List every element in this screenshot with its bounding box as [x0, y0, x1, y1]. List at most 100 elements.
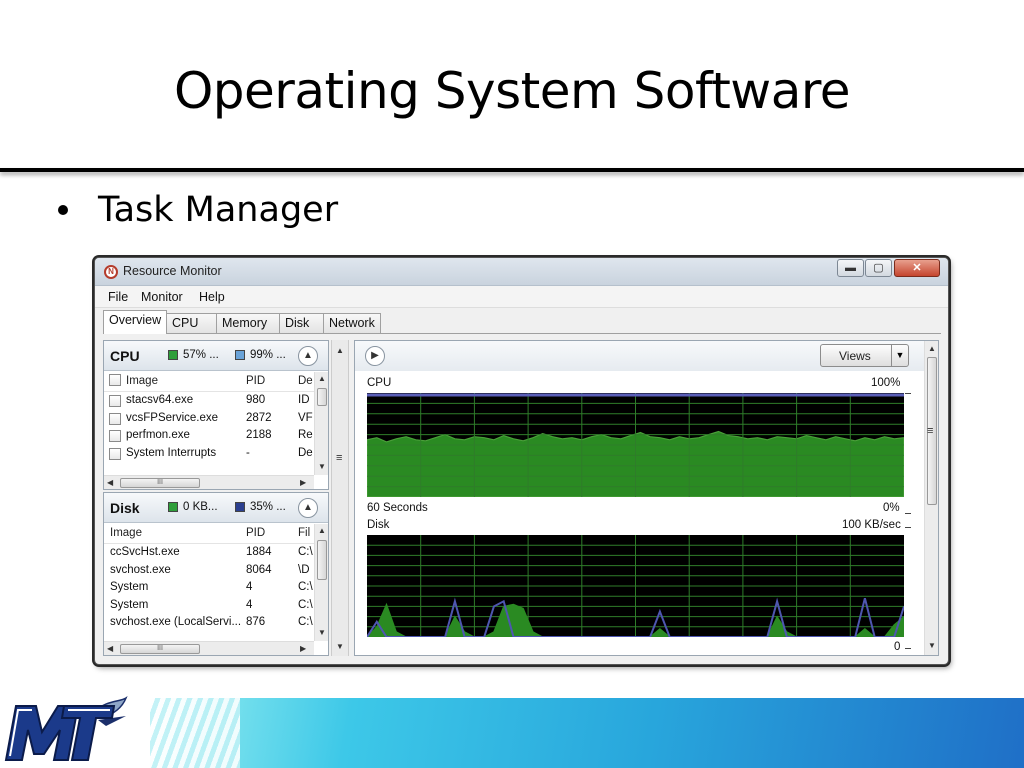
cpu-process-row[interactable]: stacsv64.exe 980 ID: [104, 393, 314, 410]
disk-section-title: Disk: [110, 500, 140, 516]
disk-process-row[interactable]: System 4 C:\: [104, 580, 314, 597]
splitter-grip-icon[interactable]: ≡: [336, 452, 342, 464]
disk-column-header: Image PID Fil: [104, 524, 328, 544]
disk-section: Disk 0 KB... 35% ... ▲ Image PID Fil ccS…: [103, 492, 329, 656]
tab-disk[interactable]: Disk: [279, 313, 324, 334]
cpu-col-desc[interactable]: De: [298, 375, 313, 387]
cpu-usage-text: 57% ...: [183, 349, 219, 361]
maximize-button[interactable]: ▢: [865, 259, 892, 277]
scroll-right-icon[interactable]: ▶: [300, 644, 306, 653]
bullet-dot-icon: [58, 205, 68, 215]
cpu-process-row[interactable]: perfmon.exe 2188 Re: [104, 428, 314, 445]
cpu-vertical-scroll-thumb[interactable]: [317, 388, 327, 406]
tab-cpu[interactable]: CPU: [166, 313, 217, 334]
cpu-process-checkbox[interactable]: [109, 447, 121, 460]
slide-title: Operating System Software: [173, 62, 851, 120]
disk-col-image[interactable]: Image: [110, 527, 142, 539]
disk-process-row[interactable]: System 4 C:\: [104, 598, 314, 615]
cpu-select-all-checkbox[interactable]: [109, 374, 121, 386]
disk-horizontal-scroll-thumb[interactable]: III: [120, 644, 200, 654]
views-dropdown-arrow-icon[interactable]: ▼: [891, 345, 908, 366]
cpu-process-checkbox[interactable]: [109, 430, 121, 442]
disk-col-file[interactable]: Fil: [298, 527, 310, 539]
menu-help[interactable]: Help: [199, 290, 225, 304]
cpu-frequency-swatch-icon: [235, 350, 245, 360]
resource-monitor-window: N Resource Monitor ▬ ▢ ✕ File Monitor He…: [94, 257, 949, 665]
scroll-down-icon[interactable]: ▼: [928, 641, 936, 650]
scroll-down-icon[interactable]: ▼: [318, 628, 326, 637]
cpu-cell-image: stacsv64.exe: [126, 394, 194, 406]
disk-vertical-scrollbar[interactable]: ▲ ▼: [314, 524, 328, 641]
disk-section-header[interactable]: Disk 0 KB... 35% ... ▲: [104, 493, 328, 523]
scroll-right-icon[interactable]: ▶: [300, 478, 306, 487]
cpu-collapse-chevron-up-icon[interactable]: ▲: [298, 346, 318, 366]
disk-cell-pid: 4: [246, 581, 253, 593]
cpu-horizontal-scrollbar[interactable]: ◀ III ▶: [104, 475, 314, 489]
menu-file[interactable]: File: [108, 290, 128, 304]
cpu-graph-title: CPU: [367, 377, 392, 389]
disk-col-pid[interactable]: PID: [246, 527, 265, 539]
scroll-up-icon[interactable]: ▲: [318, 374, 326, 383]
cpu-graph-tick: [905, 393, 911, 394]
scroll-down-icon[interactable]: ▼: [336, 642, 344, 651]
graph-scroll-grip-icon[interactable]: ≡: [927, 425, 933, 437]
minimize-button[interactable]: ▬: [837, 259, 864, 277]
scroll-down-icon[interactable]: ▼: [318, 462, 326, 471]
cpu-col-pid[interactable]: PID: [246, 375, 265, 387]
expand-chevron-right-icon[interactable]: ▶: [365, 346, 385, 366]
tab-memory[interactable]: Memory: [216, 313, 280, 334]
disk-vertical-scroll-thumb[interactable]: [317, 540, 327, 580]
cpu-graph-max: 100%: [871, 377, 901, 389]
disk-cell-image: System: [110, 598, 149, 611]
graph-pane-vertical-scrollbar[interactable]: ▲ ≡ ▼: [924, 341, 938, 655]
disk-active-swatch-icon: [235, 502, 245, 512]
cpu-section-title: CPU: [110, 348, 140, 364]
cpu-section-header[interactable]: CPU 57% ... 99% ... ▲: [104, 341, 328, 371]
disk-graph-min: 0: [894, 641, 901, 653]
cpu-cell-pid: 2872: [246, 411, 272, 424]
cpu-cell-image: System Interrupts: [126, 446, 217, 459]
cpu-vertical-scrollbar[interactable]: ▲ ▼: [314, 372, 328, 475]
cpu-graph-time: 60 Seconds: [367, 502, 428, 514]
cpu-cell-image: perfmon.exe: [126, 429, 190, 441]
scroll-left-icon[interactable]: ◀: [107, 644, 113, 653]
left-pane: CPU 57% ... 99% ... ▲ Image PID De stacs…: [103, 340, 329, 656]
disk-active-text: 35% ...: [250, 501, 286, 513]
close-button[interactable]: ✕: [894, 259, 940, 277]
footer-stripes: [150, 698, 240, 768]
disk-graph-title: Disk: [367, 519, 390, 531]
graph-pane: ▶ Views ▼ CPU 100% 60 Seconds 0% Disk 10…: [354, 340, 939, 656]
disk-horizontal-scrollbar[interactable]: ◀ III ▶: [104, 641, 314, 655]
cpu-cell-pid: 2188: [246, 429, 272, 441]
tab-network[interactable]: Network: [323, 313, 381, 334]
cpu-process-checkbox[interactable]: [109, 412, 121, 425]
window-titlebar[interactable]: N Resource Monitor ▬ ▢ ✕: [95, 258, 948, 286]
cpu-graph-svg: [366, 393, 905, 498]
views-dropdown[interactable]: Views ▼: [820, 344, 909, 367]
disk-process-row[interactable]: svchost.exe 8064 \D: [104, 563, 314, 580]
tab-strip-border: [103, 333, 941, 334]
scroll-left-icon[interactable]: ◀: [107, 478, 113, 487]
views-label: Views: [839, 349, 871, 363]
tab-overview[interactable]: Overview: [103, 310, 167, 334]
cpu-process-checkbox[interactable]: [109, 395, 121, 407]
disk-collapse-chevron-up-icon[interactable]: ▲: [298, 498, 318, 518]
cpu-col-image[interactable]: Image: [126, 375, 158, 387]
disk-cell-image: System: [110, 581, 149, 593]
pane-splitter[interactable]: ▲ ≡ ▼: [331, 340, 349, 656]
disk-graph-max: 100 KB/sec: [842, 519, 901, 531]
window-title: Resource Monitor: [123, 264, 222, 278]
disk-process-row[interactable]: ccSvcHst.exe 1884 C:\: [104, 545, 314, 562]
scroll-up-icon[interactable]: ▲: [318, 526, 326, 535]
cpu-usage-stat: 57% ...: [168, 349, 219, 361]
scroll-up-icon[interactable]: ▲: [336, 346, 344, 355]
menu-monitor[interactable]: Monitor: [141, 290, 183, 304]
cpu-process-row[interactable]: vcsFPService.exe 2872 VF: [104, 411, 314, 428]
cpu-process-row[interactable]: System Interrupts - De: [104, 446, 314, 463]
cpu-graph-tick: [905, 513, 911, 514]
disk-process-row[interactable]: svchost.exe (LocalServi... 876 C:\: [104, 615, 314, 632]
cpu-horizontal-scroll-thumb[interactable]: III: [120, 478, 200, 488]
title-divider: [0, 168, 1024, 172]
scroll-up-icon[interactable]: ▲: [928, 344, 936, 353]
disk-cell-pid: 876: [246, 616, 266, 628]
